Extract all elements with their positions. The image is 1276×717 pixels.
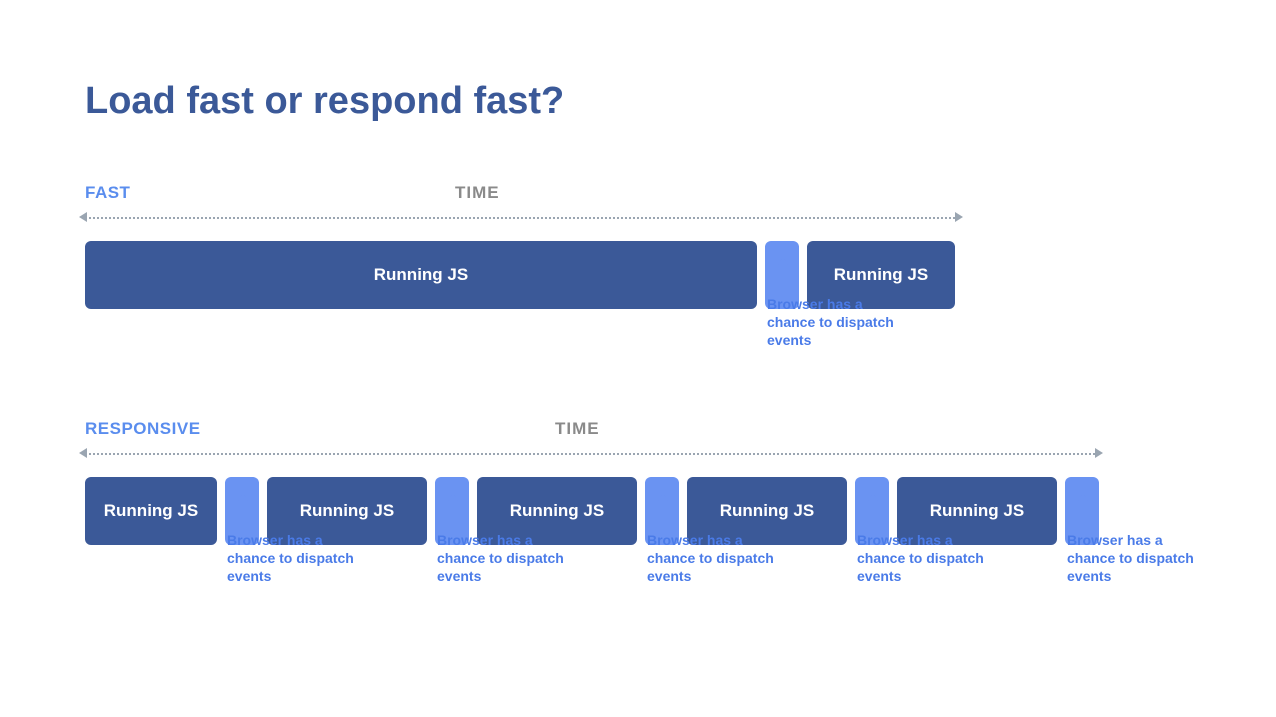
responsive-label: RESPONSIVE	[85, 419, 201, 439]
dispatch-annotation: Browser has a chance to dispatch events	[857, 531, 997, 586]
page-title: Load fast or respond fast?	[85, 80, 1191, 123]
dispatch-annotation: Browser has a chance to dispatch events	[227, 531, 367, 586]
dispatch-annotation: Browser has a chance to dispatch events	[437, 531, 577, 586]
fast-track-labels: FAST TIME	[85, 183, 1191, 207]
callout-arrow	[242, 493, 243, 525]
callout-arrow	[662, 493, 663, 525]
dispatch-annotation: Browser has a chance to dispatch events	[647, 531, 787, 586]
fast-track: FAST TIME Running JS Running JS Browser …	[85, 183, 1191, 309]
running-js-block: Running JS	[85, 477, 217, 545]
callout-arrow	[452, 493, 453, 525]
dispatch-annotation: Browser has a chance to dispatch events	[1067, 531, 1207, 586]
fast-timeline: Running JS Running JS	[85, 241, 1191, 309]
time-label: TIME	[455, 183, 500, 203]
callout-arrow	[872, 493, 873, 525]
callout-arrow	[782, 257, 783, 289]
callout-arrow	[1082, 493, 1083, 525]
fast-label: FAST	[85, 183, 130, 203]
running-js-block: Running JS	[85, 241, 757, 309]
fast-axis	[85, 213, 955, 223]
responsive-axis	[85, 449, 1095, 459]
responsive-track: RESPONSIVE TIME Running JS Running JS Ru…	[85, 419, 1191, 545]
time-label: TIME	[555, 419, 600, 439]
dispatch-annotation: Browser has a chance to dispatch events	[767, 295, 907, 350]
responsive-track-labels: RESPONSIVE TIME	[85, 419, 1191, 443]
